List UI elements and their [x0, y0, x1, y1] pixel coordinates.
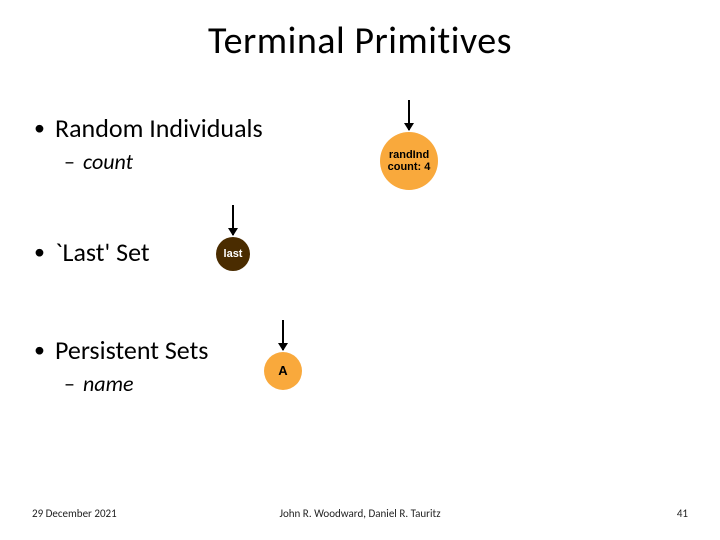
bullet-persistent-sets: • Persistent Sets [34, 334, 208, 366]
footer-page-number: 41 [677, 507, 688, 520]
circle-icon: A [264, 352, 302, 390]
subbullet-name-label: name [83, 370, 134, 397]
subbullet-count: –count [64, 148, 133, 175]
bullet-last-set: • `Last' Set [34, 236, 150, 268]
footer-authors: John R. Woodward, Daniel R. Tauritz [0, 507, 720, 520]
dash-icon: – [64, 370, 75, 397]
arrow-down-icon [232, 205, 234, 235]
bullet-random-label: Random Individuals [55, 112, 263, 144]
subbullet-name: –name [64, 370, 134, 397]
node-a-text: A [278, 364, 287, 378]
bullet-dot-icon: • [34, 114, 45, 141]
bullet-dot-icon: • [34, 336, 45, 363]
arrow-down-icon [408, 100, 410, 130]
dash-icon: – [64, 148, 75, 175]
node-randind-line2: count: 4 [388, 161, 431, 173]
bullet-last-label: `Last' Set [55, 236, 150, 268]
bullet-random-individuals: • Random Individuals [34, 112, 263, 144]
circle-icon: randInd count: 4 [380, 132, 438, 190]
arrow-down-icon [282, 320, 284, 350]
node-last-text: last [224, 248, 243, 260]
bullet-dot-icon: • [34, 238, 45, 265]
bullet-persistent-label: Persistent Sets [55, 334, 208, 366]
subbullet-count-label: count [83, 148, 133, 175]
circle-icon: last [216, 237, 250, 271]
page-title: Terminal Primitives [0, 18, 720, 64]
node-randind-line1: randInd [389, 149, 429, 161]
node-randind: randInd count: 4 [374, 100, 444, 190]
node-a: A [258, 320, 308, 390]
node-last: last [208, 205, 258, 271]
